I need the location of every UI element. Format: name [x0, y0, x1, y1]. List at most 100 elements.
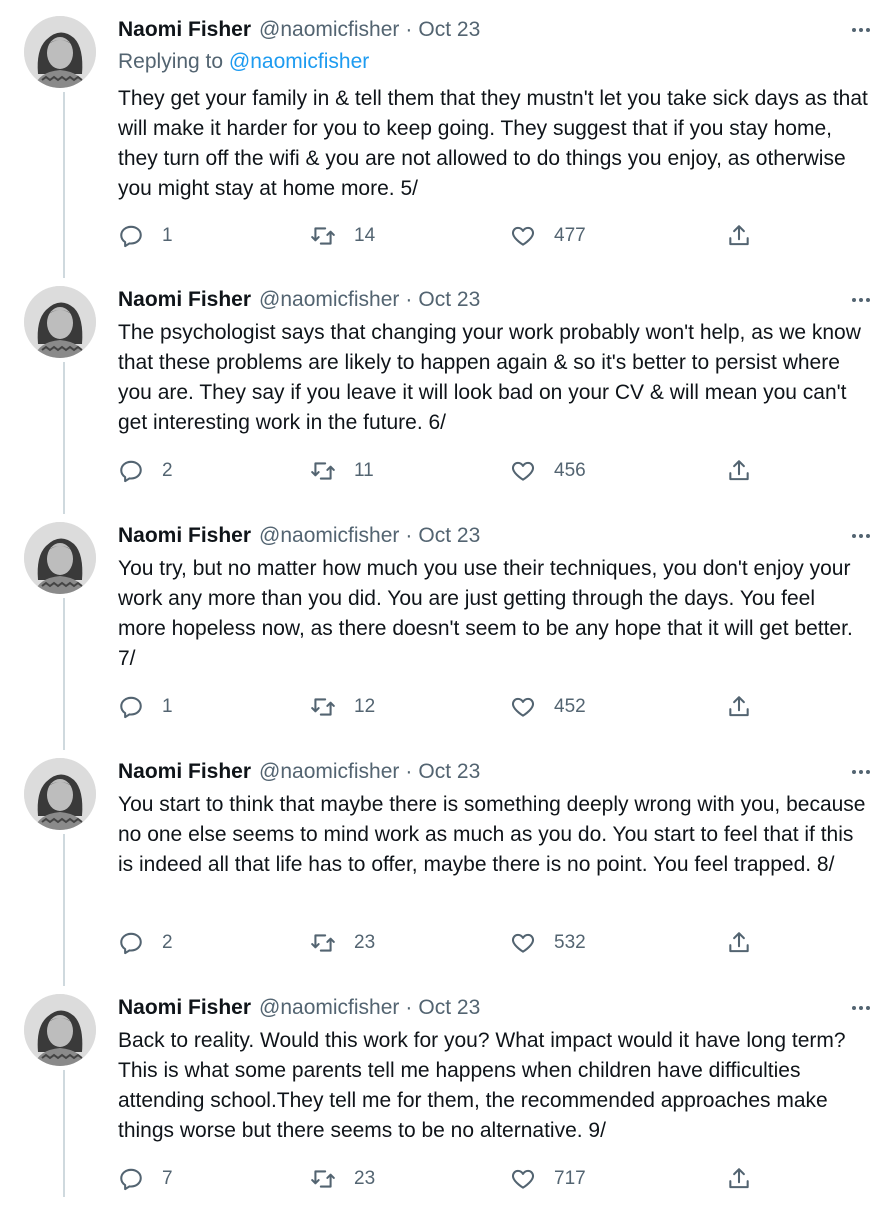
author-name[interactable]: Naomi Fisher — [118, 760, 251, 784]
separator: · — [405, 760, 413, 783]
avatar[interactable] — [24, 522, 96, 594]
tweet-date[interactable]: Oct 23 — [418, 524, 480, 548]
author-handle[interactable]: @naomicfisher — [259, 760, 399, 784]
reply-button[interactable]: 2 — [118, 928, 173, 958]
author-handle[interactable]: @naomicfisher — [259, 996, 399, 1020]
tweet-actions: 7 23 717 — [118, 1164, 758, 1194]
retweet-button[interactable]: 23 — [310, 1164, 375, 1194]
share-upload-icon — [729, 1168, 749, 1189]
like-button[interactable]: 477 — [510, 221, 586, 251]
retweet-button[interactable]: 12 — [310, 692, 375, 722]
tweet-date[interactable]: Oct 23 — [418, 288, 480, 312]
share-upload-icon — [729, 225, 749, 246]
author-name[interactable]: Naomi Fisher — [118, 996, 251, 1020]
author-name[interactable]: Naomi Fisher — [118, 18, 251, 42]
heart-icon — [511, 1169, 535, 1189]
avatar[interactable] — [24, 286, 96, 358]
retweet-icon — [311, 462, 335, 480]
reply-button[interactable]: 2 — [118, 456, 173, 486]
replying-to-handle-link[interactable]: @naomicfisher — [229, 50, 369, 73]
tweet-actions: 2 11 456 — [118, 456, 758, 486]
tweet-date[interactable]: Oct 23 — [418, 18, 480, 42]
thread-line — [63, 834, 65, 986]
share-button[interactable] — [726, 928, 752, 958]
share-button[interactable] — [726, 1164, 752, 1194]
like-count: 532 — [554, 932, 586, 953]
retweet-button[interactable]: 11 — [310, 456, 374, 486]
like-button[interactable]: 452 — [510, 692, 586, 722]
share-button[interactable] — [726, 221, 752, 251]
tweet-date[interactable]: Oct 23 — [418, 760, 480, 784]
retweet-count: 12 — [354, 696, 376, 717]
tweet-actions: 1 12 452 — [118, 692, 758, 722]
share-button[interactable] — [726, 692, 752, 722]
separator: · — [405, 288, 413, 311]
avatar[interactable] — [24, 994, 96, 1066]
more-options-button[interactable] — [847, 288, 875, 312]
like-count: 717 — [554, 1168, 586, 1189]
author-name[interactable]: Naomi Fisher — [118, 524, 251, 548]
retweet-icon — [311, 1170, 335, 1188]
retweet-button[interactable]: 23 — [310, 928, 375, 958]
tweet-actions: 1 14 477 — [118, 221, 758, 251]
reply-button[interactable]: 1 — [118, 692, 173, 722]
tweet-text: You start to think that maybe there is s… — [118, 793, 866, 876]
share-button[interactable] — [726, 456, 752, 486]
like-button[interactable]: 717 — [510, 1164, 586, 1194]
tweet-header: Naomi Fisher @naomicfisher · Oct 23 — [118, 994, 480, 1022]
share-upload-icon — [729, 696, 749, 717]
tweet-7[interactable]: Naomi Fisher @naomicfisher · Oct 23 You … — [0, 506, 895, 750]
share-upload-icon — [729, 932, 749, 953]
reply-count: 1 — [162, 696, 173, 717]
more-options-button[interactable] — [847, 760, 875, 784]
reply-bubble-icon — [120, 460, 142, 483]
separator: · — [405, 18, 413, 41]
reply-button[interactable]: 7 — [118, 1164, 173, 1194]
separator: · — [405, 524, 413, 547]
like-count: 477 — [554, 225, 586, 246]
tweet-9[interactable]: Naomi Fisher @naomicfisher · Oct 23 Back… — [0, 978, 895, 1214]
tweet-header: Naomi Fisher @naomicfisher · Oct 23 — [118, 758, 480, 786]
tweet-8[interactable]: Naomi Fisher @naomicfisher · Oct 23 You … — [0, 742, 895, 986]
retweet-icon — [311, 227, 335, 245]
tweet-text: You try, but no matter how much you use … — [118, 557, 853, 670]
tweet-date[interactable]: Oct 23 — [418, 996, 480, 1020]
avatar[interactable] — [24, 16, 96, 88]
separator: · — [405, 996, 413, 1019]
reply-bubble-icon — [120, 696, 142, 719]
thread-line — [63, 598, 65, 750]
reply-count: 2 — [162, 932, 173, 953]
author-handle[interactable]: @naomicfisher — [259, 524, 399, 548]
tweet-6[interactable]: Naomi Fisher @naomicfisher · Oct 23 The … — [0, 270, 895, 514]
retweet-button[interactable]: 14 — [310, 221, 375, 251]
tweet-header: Naomi Fisher @naomicfisher · Oct 23 — [118, 16, 480, 44]
thread-line — [63, 1070, 65, 1197]
tweet-text: Back to reality. Would this work for you… — [118, 1029, 846, 1142]
reply-button[interactable]: 1 — [118, 221, 173, 251]
reply-bubble-icon — [120, 1168, 142, 1191]
reply-count: 2 — [162, 460, 173, 481]
more-options-button[interactable] — [847, 18, 875, 42]
reply-bubble-icon — [120, 932, 142, 955]
retweet-icon — [311, 934, 335, 952]
author-handle[interactable]: @naomicfisher — [259, 18, 399, 42]
avatar[interactable] — [24, 758, 96, 830]
thread-line — [63, 362, 65, 514]
heart-icon — [511, 697, 535, 717]
retweet-count: 23 — [354, 932, 376, 953]
more-options-button[interactable] — [847, 524, 875, 548]
like-button[interactable]: 532 — [510, 928, 586, 958]
like-button[interactable]: 456 — [510, 456, 586, 486]
share-upload-icon — [729, 460, 749, 481]
more-options-button[interactable] — [847, 996, 875, 1020]
retweet-icon — [311, 698, 335, 716]
thread-line — [63, 92, 65, 278]
tweet-text: They get your family in & tell them that… — [118, 87, 868, 200]
author-handle[interactable]: @naomicfisher — [259, 288, 399, 312]
author-name[interactable]: Naomi Fisher — [118, 288, 251, 312]
heart-icon — [511, 461, 535, 481]
tweet-header: Naomi Fisher @naomicfisher · Oct 23 — [118, 522, 480, 550]
tweet-text: The psychologist says that changing your… — [118, 321, 861, 434]
retweet-count: 11 — [354, 460, 374, 481]
tweet-5[interactable]: Naomi Fisher @naomicfisher · Oct 23 Repl… — [0, 0, 895, 278]
